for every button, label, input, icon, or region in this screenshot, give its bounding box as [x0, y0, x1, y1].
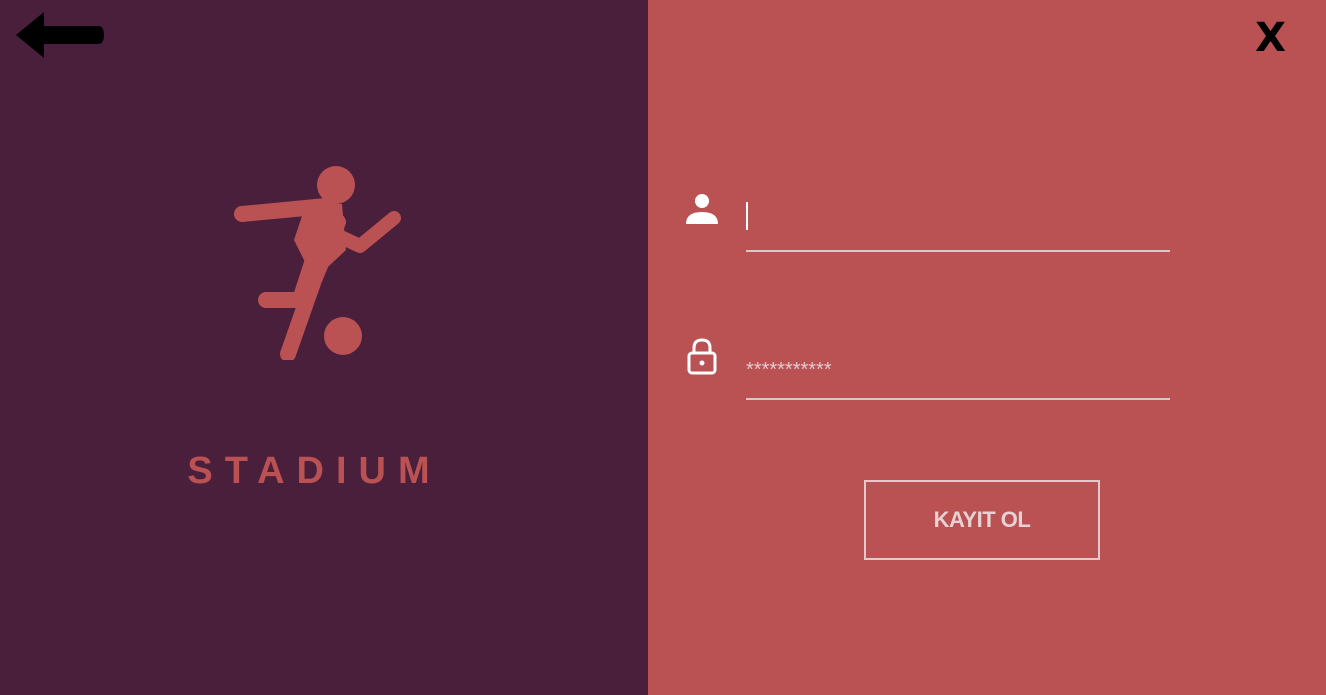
text-caret [746, 202, 748, 230]
arrow-left-icon [16, 12, 104, 58]
lock-icon [684, 336, 720, 376]
username-input[interactable] [746, 194, 1170, 250]
back-button[interactable] [14, 10, 106, 60]
soccer-player-icon [230, 160, 410, 362]
username-field[interactable] [746, 194, 1170, 252]
brand-panel: STADIUM [0, 0, 648, 695]
register-button[interactable]: KAYIT OL [864, 480, 1100, 560]
password-field[interactable] [746, 342, 1170, 400]
registration-window: STADIUM X KAYIT OL [0, 0, 1326, 695]
user-icon [684, 188, 720, 228]
brand-name: STADIUM [187, 450, 442, 492]
password-input[interactable] [746, 342, 1170, 398]
close-button[interactable]: X [1255, 18, 1286, 58]
